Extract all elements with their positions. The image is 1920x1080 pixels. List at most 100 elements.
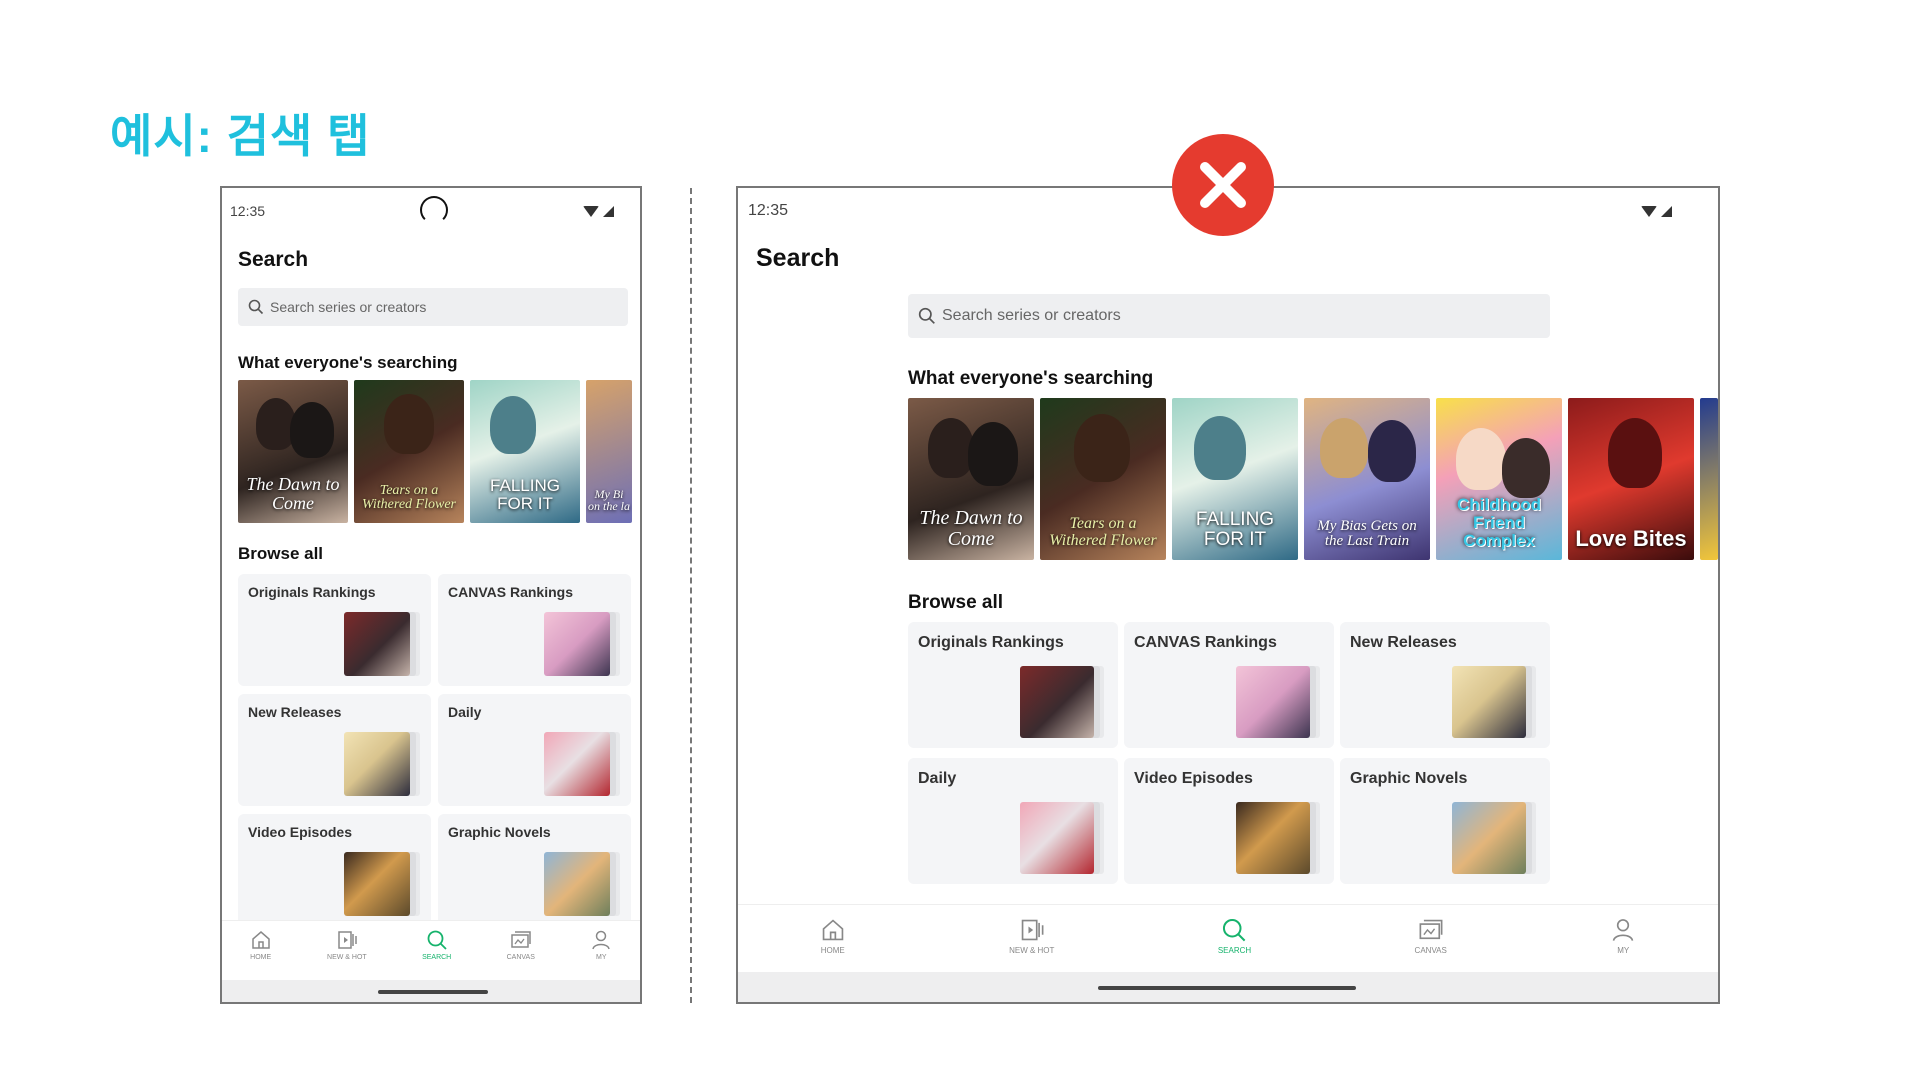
status-time: 12:35: [748, 202, 789, 219]
nav-my[interactable]: MY: [1610, 905, 1636, 975]
nav-label: NEW & HOT: [1009, 946, 1055, 955]
nav-canvas[interactable]: CANVAS: [507, 921, 535, 981]
signal-icon: [603, 205, 614, 217]
category-thumbnail: [1236, 666, 1310, 738]
cover-art-figure: [384, 394, 434, 454]
nav-label: HOME: [250, 954, 272, 961]
page-title: Search: [238, 248, 309, 271]
category-tile-canvas-rankings[interactable]: CANVAS Rankings: [438, 574, 631, 686]
search-placeholder: Search series or creators: [270, 299, 427, 315]
category-tile-canvas-rankings[interactable]: CANVAS Rankings: [1124, 622, 1334, 748]
browse-section-title: Browse all: [238, 544, 324, 563]
phone-mockup: 12:35 Search Search series or creators W…: [220, 186, 642, 1004]
nav-label: NEW & HOT: [327, 954, 367, 961]
category-tile-video-episodes[interactable]: Video Episodes: [238, 814, 431, 926]
nav-home[interactable]: HOME: [820, 905, 846, 975]
x-mark-icon: [1200, 162, 1246, 208]
category-thumbnail: [344, 852, 410, 916]
category-label: Graphic Novels: [448, 824, 551, 840]
nav-search[interactable]: SEARCH: [1218, 905, 1251, 975]
search-icon: [427, 930, 447, 950]
category-label: CANVAS Rankings: [1134, 634, 1277, 651]
cover-card[interactable]: My Bi on the la: [586, 380, 632, 523]
nav-new-hot[interactable]: NEW & HOT: [327, 921, 367, 981]
category-tile-daily[interactable]: Daily: [908, 758, 1118, 884]
nav-new-hot[interactable]: NEW & HOT: [1009, 905, 1054, 975]
cover-art-figure: [1368, 420, 1416, 482]
status-icons: [583, 205, 614, 217]
cover-art-figure: [490, 396, 536, 454]
cover-title: FALLING FOR IT: [490, 476, 560, 514]
home-icon: [251, 931, 270, 949]
category-tile-new-releases[interactable]: New Releases: [238, 694, 431, 806]
cover-card[interactable]: [1700, 398, 1718, 560]
cover-title: My Bias Gets on the Last Train: [1317, 517, 1417, 550]
cover-title: The Dawn to Come: [246, 474, 340, 514]
category-tile-graphic-novels[interactable]: Graphic Novels: [438, 814, 631, 926]
nav-label: CANVAS: [506, 954, 535, 961]
new-hot-icon: [1021, 919, 1044, 941]
category-tile-originals-rankings[interactable]: Originals Rankings: [908, 622, 1118, 748]
trending-carousel[interactable]: The Dawn to Come Tears on a Withered Flo…: [238, 380, 632, 523]
cover-title: The Dawn to Come: [919, 507, 1023, 550]
category-grid: Originals Rankings CANVAS Rankings New R…: [238, 574, 631, 926]
dashed-divider: [690, 188, 692, 1003]
cover-card[interactable]: Tears on a Withered Flower: [1040, 398, 1166, 560]
category-label: New Releases: [248, 704, 342, 720]
cover-art-figure: [1320, 418, 1368, 478]
category-thumbnail: [544, 732, 610, 796]
signal-icon: [1661, 205, 1672, 217]
cover-title: Childhood Friend Complex: [1456, 495, 1542, 551]
camera-cutout-icon: [420, 196, 448, 224]
category-label: Daily: [448, 704, 482, 720]
cover-card[interactable]: The Dawn to Come: [238, 380, 348, 523]
cover-art-figure: [1608, 418, 1662, 488]
cover-card[interactable]: My Bias Gets on the Last Train: [1304, 398, 1430, 560]
home-gesture-bar[interactable]: [378, 990, 488, 994]
category-tile-originals-rankings[interactable]: Originals Rankings: [238, 574, 431, 686]
nav-my[interactable]: MY: [590, 921, 612, 981]
cover-card[interactable]: The Dawn to Come: [908, 398, 1034, 560]
cover-card[interactable]: FALLING FOR IT: [470, 380, 580, 523]
category-thumbnail: [1452, 802, 1526, 874]
cover-card[interactable]: FALLING FOR IT: [1172, 398, 1298, 560]
home-icon: [822, 919, 843, 941]
cover-card[interactable]: Childhood Friend Complex: [1436, 398, 1562, 560]
search-input[interactable]: Search series or creators: [908, 294, 1550, 338]
nav-search[interactable]: SEARCH: [422, 921, 451, 981]
nav-home[interactable]: HOME: [250, 921, 272, 981]
new-hot-icon: [338, 931, 357, 949]
cover-art-figure: [968, 422, 1018, 486]
nav-label: CANVAS: [1414, 946, 1447, 955]
tablet-mockup: 12:35 Search Search series or creators W…: [736, 186, 1720, 1004]
search-input[interactable]: Search series or creators: [238, 288, 628, 326]
cover-art-figure: [1194, 416, 1246, 480]
profile-icon: [592, 930, 610, 950]
category-grid: Originals Rankings CANVAS Rankings New R…: [908, 622, 1550, 884]
category-label: CANVAS Rankings: [448, 584, 573, 600]
category-label: Video Episodes: [1134, 770, 1253, 787]
category-thumbnail: [1236, 802, 1310, 874]
category-tile-daily[interactable]: Daily: [438, 694, 631, 806]
cover-card[interactable]: Tears on a Withered Flower: [354, 380, 464, 523]
wifi-icon: [1641, 205, 1657, 217]
category-tile-new-releases[interactable]: New Releases: [1340, 622, 1550, 748]
cover-art-figure: [1502, 438, 1550, 498]
home-gesture-bar[interactable]: [1098, 986, 1356, 990]
trending-carousel[interactable]: The Dawn to Come Tears on a Withered Flo…: [908, 398, 1718, 560]
cover-title: FALLING FOR IT: [1195, 509, 1275, 551]
slide-title: 예시: 검색 탭: [110, 110, 371, 162]
category-label: Originals Rankings: [248, 584, 376, 600]
page-title: Search: [756, 244, 840, 272]
cover-art-figure: [290, 402, 334, 458]
nav-canvas[interactable]: CANVAS: [1415, 905, 1447, 975]
category-thumbnail: [1452, 666, 1526, 738]
category-thumbnail: [1020, 666, 1094, 738]
nav-label: SEARCH: [422, 954, 452, 961]
category-label: Video Episodes: [248, 824, 352, 840]
cover-card[interactable]: Love Bites: [1568, 398, 1694, 560]
category-tile-video-episodes[interactable]: Video Episodes: [1124, 758, 1334, 884]
category-tile-graphic-novels[interactable]: Graphic Novels: [1340, 758, 1550, 884]
nav-label: HOME: [820, 946, 845, 955]
trending-section-title: What everyone's searching: [908, 368, 1154, 389]
